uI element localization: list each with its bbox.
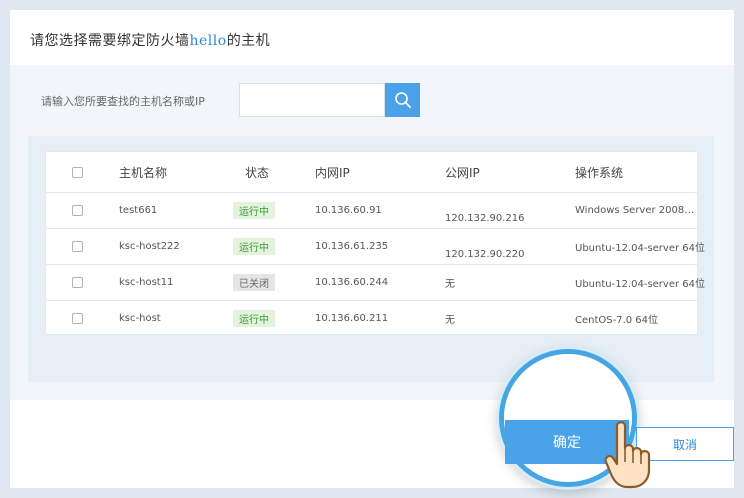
public-ip: 无 bbox=[445, 279, 455, 290]
column-header-os: 操作系统 bbox=[575, 165, 624, 180]
firewall-name: hello bbox=[189, 33, 227, 49]
table-row[interactable]: ksc-host 运行中 10.136.60.211 无 CentOS-7.0 … bbox=[46, 301, 697, 336]
table-header-row: 主机名称 状态 内网IP 公网IP 操作系统 bbox=[46, 152, 697, 193]
os-name: CentOS-7.0 64位 bbox=[575, 315, 659, 326]
private-ip: 10.136.60.211 bbox=[315, 313, 389, 324]
host-name: ksc-host222 bbox=[119, 241, 180, 252]
row-checkbox[interactable] bbox=[72, 265, 83, 300]
os-name: Windows Server 2008… bbox=[575, 205, 695, 216]
column-header-name: 主机名称 bbox=[119, 165, 168, 180]
search-label: 请输入您所要查找的主机名称或IP bbox=[41, 95, 205, 108]
search-icon bbox=[394, 92, 411, 108]
search-input[interactable] bbox=[239, 83, 385, 117]
public-ip: 无 bbox=[445, 315, 455, 326]
table-row[interactable]: ksc-host222 运行中 10.136.61.235 120.132.90… bbox=[46, 229, 705, 265]
checkbox-box[interactable] bbox=[72, 166, 83, 178]
host-name: ksc-host bbox=[119, 313, 161, 324]
pointer-hand-icon bbox=[604, 421, 651, 489]
checkbox-box[interactable] bbox=[72, 313, 83, 324]
column-header-private-ip: 内网IP bbox=[315, 165, 350, 180]
dialog-title: 请您选择需要绑定防火墙hello的主机 bbox=[30, 30, 270, 50]
highlight-backdrop bbox=[504, 354, 632, 424]
table-row[interactable]: test661 运行中 10.136.60.91 120.132.90.216 … bbox=[46, 193, 697, 229]
host-table-container: 主机名称 状态 内网IP 公网IP 操作系统 test661 运行中 10.13… bbox=[28, 136, 714, 382]
host-name: test661 bbox=[119, 205, 158, 216]
private-ip: 10.136.60.244 bbox=[315, 277, 389, 288]
status-badge: 已关闭 bbox=[233, 274, 275, 291]
status-badge: 运行中 bbox=[233, 238, 275, 255]
row-checkbox[interactable] bbox=[72, 229, 83, 264]
private-ip: 10.136.60.91 bbox=[315, 205, 382, 216]
private-ip: 10.136.61.235 bbox=[315, 241, 389, 252]
search-button[interactable] bbox=[385, 83, 420, 117]
select-all-checkbox[interactable] bbox=[72, 152, 83, 192]
os-name: Ubuntu-12.04-server 64位 bbox=[575, 279, 706, 290]
status-badge: 运行中 bbox=[233, 202, 275, 219]
status-badge: 运行中 bbox=[233, 310, 275, 327]
column-header-public-ip: 公网IP bbox=[445, 165, 480, 180]
host-table: 主机名称 状态 内网IP 公网IP 操作系统 test661 运行中 10.13… bbox=[45, 151, 705, 336]
checkbox-box[interactable] bbox=[72, 277, 83, 288]
table-row[interactable]: ksc-host11 已关闭 10.136.60.244 无 Ubuntu-12… bbox=[46, 265, 705, 301]
row-checkbox[interactable] bbox=[72, 301, 83, 336]
host-name: ksc-host11 bbox=[119, 277, 174, 288]
checkbox-box[interactable] bbox=[72, 205, 83, 216]
dialog-title-suffix: 的主机 bbox=[226, 33, 271, 49]
column-header-status: 状态 bbox=[245, 165, 270, 180]
row-checkbox[interactable] bbox=[72, 193, 83, 228]
dialog-title-prefix: 请您选择需要绑定防火墙 bbox=[30, 33, 190, 49]
checkbox-box[interactable] bbox=[72, 241, 83, 252]
os-name: Ubuntu-12.04-server 64位 bbox=[575, 243, 706, 254]
